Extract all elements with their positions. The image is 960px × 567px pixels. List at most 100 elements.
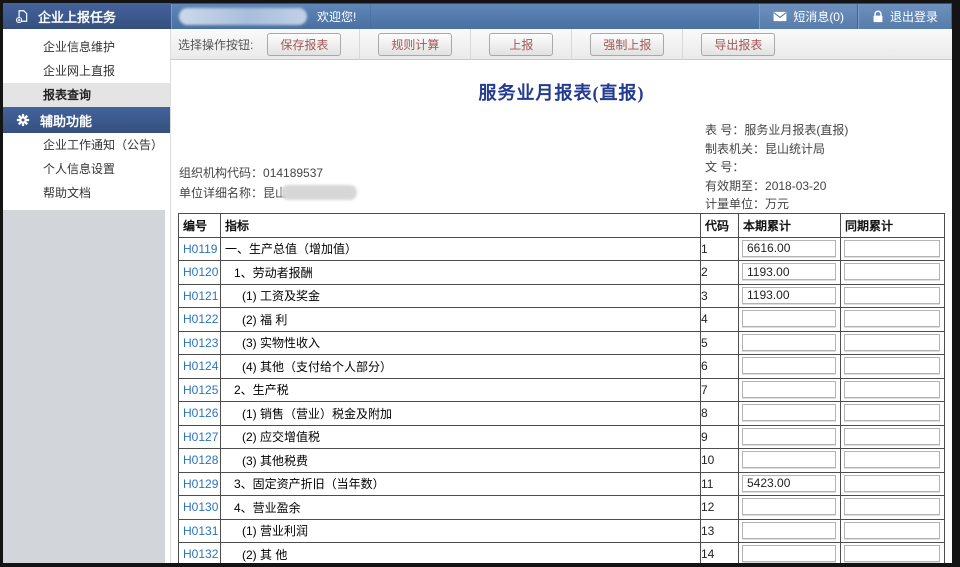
- current-period-input[interactable]: [742, 404, 836, 421]
- meta-issuing-agency: 制表机关：昆山统计局: [705, 140, 848, 159]
- table-row: H01201、劳动者报酬2: [179, 261, 945, 285]
- same-period-input[interactable]: [844, 287, 940, 304]
- code-cell: 7: [701, 378, 739, 402]
- nav-section-title: 企业上报任务: [38, 7, 116, 26]
- row-id-link[interactable]: H0121: [179, 289, 218, 303]
- logout-label: 退出登录: [890, 8, 938, 25]
- row-id-link[interactable]: H0127: [179, 430, 218, 444]
- row-id-link[interactable]: H0128: [179, 453, 218, 467]
- current-period-input[interactable]: [742, 334, 836, 351]
- sidebar-item-enterprise-info[interactable]: 企业信息维护: [3, 35, 170, 59]
- org-code-line: 组织机构代码：014189537: [179, 163, 357, 183]
- same-period-input[interactable]: [844, 522, 940, 539]
- row-id-link[interactable]: H0120: [179, 265, 218, 279]
- top-bar-main: 欢迎您! 短消息(0) 退出登录: [171, 3, 952, 29]
- sidebar-item-report-query[interactable]: 报表查询: [3, 83, 170, 107]
- same-period-input[interactable]: [844, 498, 940, 515]
- current-period-input[interactable]: [742, 451, 836, 468]
- same-period-input[interactable]: [844, 240, 940, 257]
- messages-button[interactable]: 短消息(0): [759, 4, 858, 29]
- same-period-input[interactable]: [844, 263, 940, 280]
- code-cell: 13: [701, 519, 739, 543]
- row-id-link[interactable]: H0125: [179, 383, 218, 397]
- current-period-input[interactable]: [742, 475, 836, 492]
- table-row: H0124(4) 其他（支付给个人部分） 6: [179, 355, 945, 379]
- sidebar: 企业信息维护 企业网上直报 报表查询 辅助功能 企业工作通知（公告） 个人信息设…: [3, 29, 171, 563]
- code-cell: 11: [701, 472, 739, 496]
- toolbar-separator: [682, 29, 683, 60]
- lock-icon: [872, 10, 884, 23]
- code-cell: 12: [701, 496, 739, 520]
- same-period-input[interactable]: [844, 404, 940, 421]
- code-cell: 3: [701, 284, 739, 308]
- unit-name-line: 单位详细名称：昆山: [179, 183, 357, 203]
- toolbar-separator: [470, 29, 471, 60]
- document-plus-icon: [15, 9, 29, 23]
- table-row: H01304、营业盈余12: [179, 496, 945, 520]
- current-period-input[interactable]: [742, 428, 836, 445]
- toolbar-label: 选择操作按钮:: [178, 36, 253, 53]
- same-period-input[interactable]: [844, 381, 940, 398]
- report-table: 编号 指标 代码 本期累计 同期累计 H0119一、生产总值（增加值）1H012…: [178, 213, 945, 563]
- report-meta-left: 组织机构代码：014189537 单位详细名称：昆山: [179, 163, 357, 203]
- save-report-button[interactable]: 保存报表: [267, 33, 341, 56]
- current-period-input[interactable]: [742, 545, 836, 562]
- row-id-link[interactable]: H0123: [179, 336, 218, 350]
- messages-label: 短消息(0): [793, 8, 844, 25]
- force-submit-button[interactable]: 强制上报: [590, 33, 664, 56]
- same-period-input[interactable]: [844, 357, 940, 374]
- same-period-input[interactable]: [844, 334, 940, 351]
- indicator-label: 一、生产总值（增加值）: [221, 242, 357, 256]
- indicator-label: (3) 实物性收入: [221, 336, 320, 350]
- row-id-link[interactable]: H0126: [179, 406, 218, 420]
- header-same-period: 同期累计: [841, 214, 945, 238]
- report-content: 服务业月报表(直报) 表 号：服务业月报表(直报) 制表机关：昆山统计局 文 号…: [171, 60, 952, 563]
- current-period-input[interactable]: [742, 381, 836, 398]
- nav-section-report-tasks[interactable]: 企业上报任务: [3, 3, 171, 29]
- submit-button[interactable]: 上报: [489, 33, 553, 56]
- same-period-input[interactable]: [844, 545, 940, 562]
- same-period-input[interactable]: [844, 451, 940, 468]
- action-toolbar: 选择操作按钮: 保存报表 规则计算 上报 强制上报 导出报表: [171, 29, 952, 60]
- row-id-link[interactable]: H0119: [179, 242, 217, 256]
- indicator-label: (2) 福 利: [221, 313, 287, 327]
- table-row: H0126(1) 销售（营业）税金及附加8: [179, 402, 945, 426]
- logout-button[interactable]: 退出登录: [858, 4, 952, 29]
- table-row: H01252、生产税7: [179, 378, 945, 402]
- current-period-input[interactable]: [742, 287, 836, 304]
- indicator-label: (4) 其他（支付给个人部分）: [221, 360, 392, 374]
- same-period-input[interactable]: [844, 475, 940, 492]
- row-id-link[interactable]: H0129: [179, 477, 218, 491]
- table-row: H0123(3) 实物性收入5: [179, 331, 945, 355]
- same-period-input[interactable]: [844, 310, 940, 327]
- indicator-label: (1) 营业利润: [221, 524, 308, 538]
- export-report-button[interactable]: 导出报表: [701, 33, 775, 56]
- rule-calc-button[interactable]: 规则计算: [378, 33, 452, 56]
- welcome-text: 欢迎您!: [317, 8, 356, 25]
- same-period-input[interactable]: [844, 428, 940, 445]
- row-id-link[interactable]: H0122: [179, 312, 218, 326]
- sidebar-item-help-docs[interactable]: 帮助文档: [3, 181, 170, 205]
- row-id-link[interactable]: H0131: [179, 524, 218, 538]
- code-cell: 4: [701, 308, 739, 332]
- code-cell: 14: [701, 543, 739, 564]
- top-bar: 企业上报任务 欢迎您! 短消息(0) 退出登录: [3, 3, 952, 29]
- gear-icon: [16, 113, 30, 127]
- row-id-link[interactable]: H0124: [179, 359, 218, 373]
- row-id-link[interactable]: H0132: [179, 547, 218, 561]
- code-cell: 6: [701, 355, 739, 379]
- current-period-input[interactable]: [742, 522, 836, 539]
- sidebar-item-personal-settings[interactable]: 个人信息设置: [3, 157, 170, 181]
- current-period-input[interactable]: [742, 310, 836, 327]
- redacted-unit-name: [281, 185, 357, 200]
- sidebar-item-online-report[interactable]: 企业网上直报: [3, 59, 170, 83]
- sidebar-section-aux-functions[interactable]: 辅助功能: [3, 107, 170, 133]
- current-period-input[interactable]: [742, 263, 836, 280]
- row-id-link[interactable]: H0130: [179, 500, 218, 514]
- sidebar-item-work-notice[interactable]: 企业工作通知（公告）: [3, 133, 170, 157]
- current-period-input[interactable]: [742, 498, 836, 515]
- app-window: 企业上报任务 欢迎您! 短消息(0) 退出登录: [3, 3, 952, 563]
- current-period-input[interactable]: [742, 240, 836, 257]
- current-period-input[interactable]: [742, 357, 836, 374]
- code-cell: 2: [701, 261, 739, 285]
